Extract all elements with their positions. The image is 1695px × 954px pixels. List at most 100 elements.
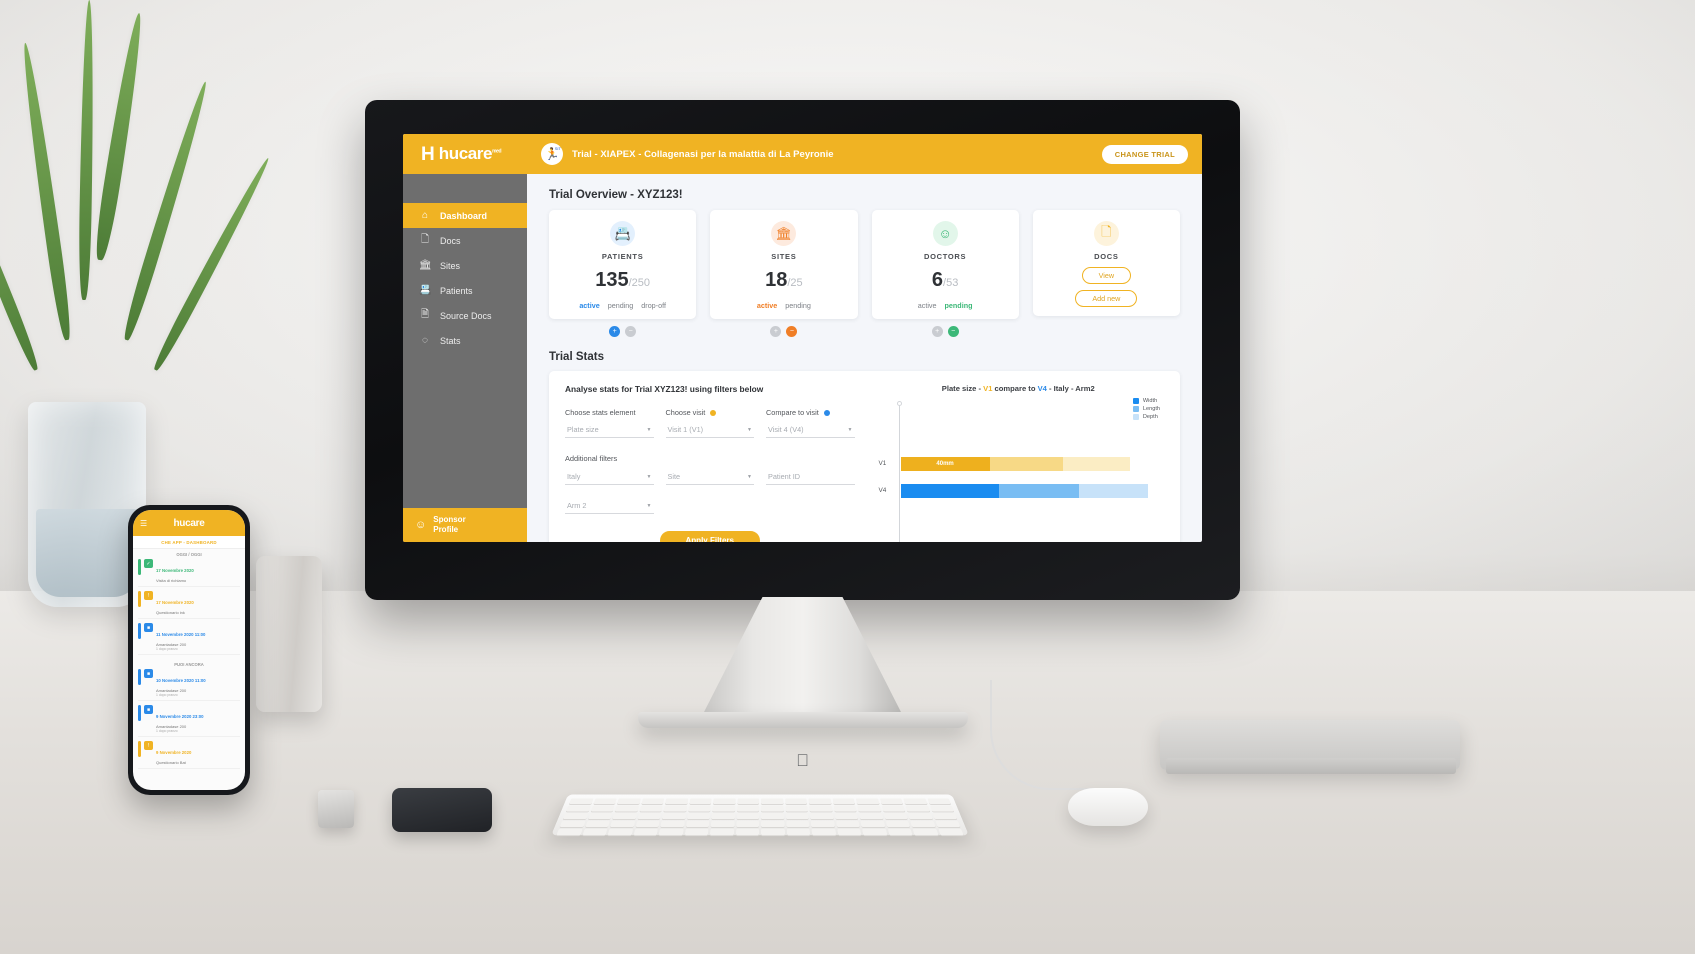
card-tab-pending[interactable]: pending xyxy=(608,301,634,310)
filter-value: Plate size xyxy=(567,425,599,434)
keyboard-key xyxy=(858,813,883,820)
filter-select[interactable]: Visit 4 (V4) ▼ xyxy=(766,423,855,438)
additional-filter-select[interactable]: Site ▼ xyxy=(665,470,754,485)
card-button-add-new[interactable]: Add new xyxy=(1075,290,1138,307)
card-tab-active[interactable]: active xyxy=(579,301,599,310)
list-item[interactable]: ■ 11 Novembre 2020 11:00 Amantadase 200 1 d… xyxy=(138,623,240,655)
phone-brand: hucare xyxy=(173,517,205,529)
list-item[interactable]: ✓ 17 Novembre 2020 Visita di richiamo xyxy=(138,559,240,587)
list-item[interactable]: ! 17 Novembre 2020 Questionario ink xyxy=(138,591,240,619)
keyboard-key xyxy=(617,798,641,805)
id-card-icon: 📇 xyxy=(419,285,432,296)
item-accent-bar xyxy=(138,741,141,757)
item-date: 9 Novembre 2020 23:00 xyxy=(156,714,204,719)
keyboard-key xyxy=(590,805,615,812)
filter-group: Choose stats element Plate size ▼ xyxy=(565,408,654,438)
card-tab-active[interactable]: active xyxy=(918,301,937,310)
keyboard-key xyxy=(836,828,862,836)
sidebar-item-sites[interactable]: 🏛 Sites xyxy=(403,253,527,278)
chevron-down-icon: ▼ xyxy=(747,473,752,480)
card-tab-pending[interactable]: pending xyxy=(945,301,973,310)
keyboard-key xyxy=(857,805,881,812)
app-logo[interactable]: H hucaremed xyxy=(403,134,527,174)
item-date: 17 Novembre 2020 xyxy=(156,600,194,605)
arm-filter-row: Arm 2 ▼ xyxy=(565,499,855,514)
keyboard-key xyxy=(663,805,687,812)
item-text: 9 Novembre 2020 23:00 Amantadase 200 1 dop… xyxy=(156,705,240,733)
plus-icon[interactable]: + xyxy=(931,326,943,337)
keyboard-key xyxy=(855,798,879,805)
card-tab-drop-off[interactable]: drop-off xyxy=(641,301,666,310)
hucare-mark-icon: H xyxy=(421,143,435,165)
keyboard-key xyxy=(883,813,908,820)
bar-stack: 40mm xyxy=(900,456,1149,471)
sidebar-item-stats[interactable]: ◌ Stats xyxy=(403,328,527,353)
apply-filters-button[interactable]: Apply Filters xyxy=(659,531,760,542)
keyboard-key xyxy=(808,798,831,805)
keyboard-key xyxy=(810,820,835,828)
chevron-down-icon: ▼ xyxy=(847,426,853,433)
additional-filter-select[interactable]: Italy ▼ xyxy=(565,470,654,485)
list-item[interactable]: ! 9 Novembre 2020 Questionario Bat xyxy=(138,741,240,769)
change-trial-button[interactable]: CHANGE TRIAL xyxy=(1101,144,1188,164)
plus-icon[interactable]: + xyxy=(609,326,621,337)
card-button-view[interactable]: View xyxy=(1081,267,1132,284)
filter-select[interactable]: Plate size ▼ xyxy=(565,423,654,438)
keyboard-key xyxy=(686,813,711,820)
keyboard-key xyxy=(665,798,688,805)
sponsor-profile-button[interactable]: ☺ Sponsor Profile xyxy=(403,508,527,542)
phone-screen: ☰ hucare CHE APP - DASHBOARD OGGI / OGGI… xyxy=(133,510,245,790)
item-title: Questionario Bat xyxy=(156,760,186,765)
sidebar-item-source-docs[interactable]: 🗎 Source Docs xyxy=(403,303,527,328)
additional-filter-group: Site ▼ xyxy=(665,470,754,485)
additional-filter-select[interactable]: Patient ID xyxy=(766,470,855,485)
vase-water xyxy=(36,509,138,597)
keyboard-key xyxy=(566,805,591,812)
keyboard-key xyxy=(881,805,906,812)
arm-select[interactable]: Arm 2 ▼ xyxy=(565,499,654,514)
filter-select[interactable]: Visit 1 (V1) ▼ xyxy=(665,423,754,438)
source-doc-icon: 🗎 xyxy=(420,309,430,320)
legend-label: Width xyxy=(1142,398,1158,404)
keyboard-key xyxy=(926,798,951,805)
overview-card-docs: 🗋 DOCS View Add new xyxy=(1032,210,1180,316)
card-label: DOCTORS xyxy=(923,252,967,261)
keyboard-key xyxy=(934,820,961,828)
card-tab-pending[interactable]: pending xyxy=(785,301,811,310)
keyboard-key xyxy=(760,805,784,812)
keyboard-key xyxy=(559,820,586,828)
keyboard-key xyxy=(937,828,964,836)
sidebar-item-label: Dashboard xyxy=(440,210,488,221)
plus-icon[interactable]: + xyxy=(770,326,782,337)
card-tab-active[interactable]: active xyxy=(757,301,777,310)
chart-bars: V1 40mm V4 xyxy=(879,456,1149,511)
chevron-down-icon: ▼ xyxy=(646,473,652,480)
overview-card-column: 📇 PATIENTS 135/250 active pending drop-off + − xyxy=(549,210,697,337)
keyboard-key xyxy=(637,813,662,820)
minus-icon[interactable]: − xyxy=(786,326,798,337)
hamburger-icon[interactable]: ☰ xyxy=(140,519,147,528)
item-status-icon: ! xyxy=(144,741,153,750)
list-item[interactable]: ■ 9 Novembre 2020 23:00 Amantadase 200 1 do… xyxy=(138,705,240,737)
sidebar-item-docs[interactable]: 🗋 Docs xyxy=(403,228,527,253)
sidebar-item-label: Source Docs xyxy=(440,310,492,321)
keyboard-key xyxy=(907,813,933,820)
card-label: PATIENTS xyxy=(601,252,644,261)
apple-logo-icon:  xyxy=(796,751,809,771)
list-item[interactable]: ■ 10 Novembre 2020 11:00 Amantadase 200 1 d… xyxy=(138,669,240,701)
card-value: 135/250 xyxy=(595,269,651,291)
minus-icon[interactable]: − xyxy=(947,326,959,337)
item-date: 9 Novembre 2020 xyxy=(156,750,192,755)
keyboard-key xyxy=(910,820,936,828)
sidebar-item-patients[interactable]: 📇 Patients xyxy=(403,278,527,303)
keyboard-key xyxy=(735,828,759,836)
keyboard-key xyxy=(556,828,583,836)
page-title: Trial Overview - XYZ123! xyxy=(549,189,683,201)
sidebar-item-dashboard[interactable]: ⌂ Dashboard xyxy=(403,203,527,228)
keyboard-key xyxy=(661,813,686,820)
minus-icon[interactable]: − xyxy=(625,326,637,337)
additional-filter-group: Patient ID xyxy=(766,470,855,485)
trial-title: Trial - XIAPEX - Collagenasi per la mala… xyxy=(572,148,834,160)
axis-cap-top xyxy=(896,401,902,406)
item-status-icon: ■ xyxy=(144,705,153,714)
